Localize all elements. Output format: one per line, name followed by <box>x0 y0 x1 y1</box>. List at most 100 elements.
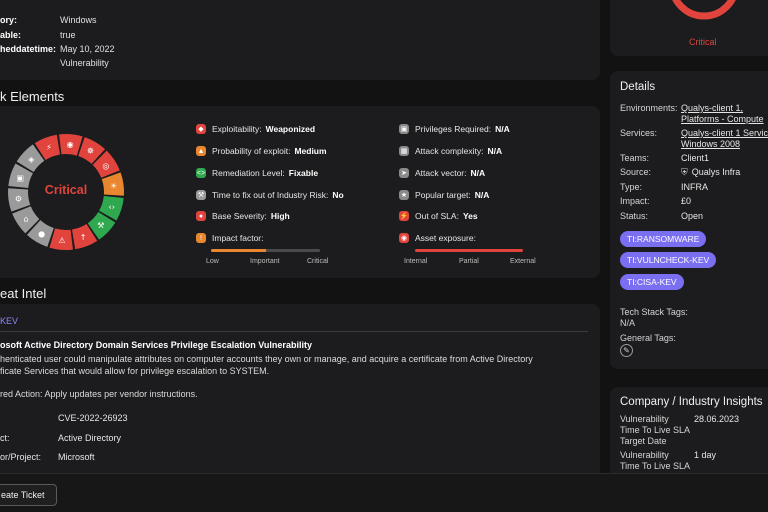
product-value: Active Directory <box>58 433 122 443</box>
type-label: Type: <box>620 182 643 192</box>
tab-divider <box>0 331 588 332</box>
top-info-panel <box>0 0 600 80</box>
teams-label: Teams: <box>620 153 650 163</box>
edit-tags-icon[interactable]: ✎ <box>620 344 633 357</box>
indicator-asset-exposure: ◉ Asset exposure: <box>399 233 476 243</box>
indicator-time-to-fix: ⚒ Time to fix out of Industry Risk: No <box>196 190 344 200</box>
environments-link-1[interactable]: Qualys-client 1, <box>681 103 743 113</box>
eye-icon: ◉ <box>399 233 409 243</box>
wrench-icon: ⚒ <box>196 190 206 200</box>
exposure-scale-high: External <box>510 258 536 265</box>
tag-vulncheck-kev[interactable]: TI:VULNCHECK-KEV <box>620 252 717 268</box>
donut-segment-icon: ☸ <box>87 147 94 156</box>
details-title: Details <box>620 81 656 93</box>
insights-title: Company / Industry Insights <box>620 396 763 408</box>
asset-exposure-bar <box>415 249 523 252</box>
indicator-out-of-sla: ⚡ Out of SLA: Yes <box>399 211 478 221</box>
donut-segment-icon: ◎ <box>102 161 109 170</box>
indicator-attack-vector: ➤ Attack vector: N/A <box>399 168 485 178</box>
impact-value: £0 <box>681 196 692 206</box>
indicator-impact-factor: ! Impact factor: <box>196 233 264 243</box>
puzzle-icon: ▦ <box>399 146 409 156</box>
exposure-scale-mid: Partial <box>459 258 479 265</box>
product-label: ct: <box>0 433 10 443</box>
insight-ttl-label-1: Time To Live SLA <box>620 425 691 435</box>
donut-segment-icon: ● <box>38 229 45 238</box>
source-value-wrap: ⛨ Qualys Infra <box>681 167 740 178</box>
arrow-icon: ➤ <box>399 168 409 178</box>
impact-label: Impact: <box>620 196 650 206</box>
teams-value: Client1 <box>681 153 710 163</box>
vulnerability-description-line1: henticated user could manipulate attribu… <box>0 354 533 364</box>
risk-elements-title: k Elements <box>0 89 65 104</box>
risk-gauge-label: Critical <box>689 37 717 47</box>
donut-segment-icon: ▣ <box>16 173 24 182</box>
donut-segment-icon: ↑ <box>80 233 87 242</box>
qualys-shield-icon: ⛨ <box>681 167 688 177</box>
risk-donut-label: Critical <box>44 183 88 197</box>
tab-kev[interactable]: KEV <box>0 316 18 326</box>
risk-gauge-panel <box>610 0 768 56</box>
asset-exposure-bar-fill <box>415 249 523 252</box>
finding-type-value: Vulnerability <box>60 58 109 68</box>
donut-segment-icon: ⌂ <box>24 215 29 224</box>
impact-scale-mid: Important <box>250 258 280 265</box>
donut-segment-icon: ◉ <box>67 140 74 149</box>
insight-target-date-label: Target Date <box>620 436 667 446</box>
tag-cisa-kev[interactable]: TI:CISA-KEV <box>620 274 684 290</box>
exposure-scale-low: Internal <box>404 258 428 265</box>
threat-intel-title: eat Intel <box>0 286 47 301</box>
donut-segment-icon: ◈ <box>28 155 35 164</box>
impact-scale-low: Low <box>206 258 219 265</box>
published-datetime-value: May 10, 2022 <box>60 44 115 54</box>
risk-gauge-ring <box>672 0 736 20</box>
threat-intel-panel <box>0 304 600 494</box>
category-label: ory: <box>0 15 18 25</box>
insight-vuln-label-2: Vulnerability <box>620 450 669 460</box>
code-icon: <> <box>196 168 206 178</box>
indicator-attack-complexity: ▦ Attack complexity: N/A <box>399 146 503 156</box>
vendor-project-label: or/Project: <box>0 452 42 462</box>
risk-donut: ◉ ☸ ◎ ☀ ‹› ⚒ ↑ ⚠ ● ⌂ ⚙ ▣ ◈ ⚡ Critical <box>4 122 144 262</box>
insight-ttl-label-2: Time To Live SLA <box>620 461 691 471</box>
bolt-icon: ⚡ <box>399 211 409 221</box>
footer-bar <box>0 473 768 512</box>
indicator-privileges: ▣ Privileges Required: N/A <box>399 124 510 134</box>
insight-vuln-duration: 1 day <box>694 450 717 460</box>
vulnerability-heading: osoft Active Directory Domain Services P… <box>0 340 312 350</box>
fixable-label: able: <box>0 30 22 40</box>
indicator-exploitability: ◆ Exploitability: Weaponized <box>196 124 315 134</box>
vendor-project-value: Microsoft <box>58 452 95 462</box>
cve-id-value: CVE-2022-26923 <box>58 413 128 423</box>
status-label: Status: <box>620 211 649 221</box>
donut-segment-icon: ⚠ <box>58 236 65 245</box>
indicator-remediation: <> Remediation Level: Fixable <box>196 168 319 178</box>
source-value: Qualys Infra <box>691 167 741 177</box>
impact-factor-bar <box>211 249 320 252</box>
flame-icon: ▲ <box>196 146 206 156</box>
environments-link-2[interactable]: Platforms - Compute <box>681 114 764 124</box>
target-icon: ● <box>196 211 206 221</box>
published-datetime-label: heddatetime: <box>0 44 57 54</box>
create-ticket-label: eate Ticket <box>1 490 45 500</box>
impact-scale-high: Critical <box>307 258 329 265</box>
required-action: red Action: Apply updates per vendor ins… <box>0 389 198 399</box>
insight-vuln-label-1: Vulnerability <box>620 414 669 424</box>
type-value: INFRA <box>681 182 708 192</box>
indicator-base-severity: ● Base Severity: High <box>196 211 290 221</box>
impact-factor-bar-fill <box>211 249 266 252</box>
general-tags-label: General Tags: <box>620 333 676 343</box>
indicator-popular-target: ★ Popular target: N/A <box>399 190 490 200</box>
services-link-2[interactable]: Windows 2008 <box>681 139 740 149</box>
create-ticket-button[interactable]: eate Ticket <box>0 484 57 506</box>
indicator-probability: ▲ Probability of exploit: Medium <box>196 146 327 156</box>
warning-icon: ! <box>196 233 206 243</box>
tag-ransomware[interactable]: TI:RANSOMWARE <box>620 231 707 247</box>
lock-icon: ▣ <box>399 124 409 134</box>
donut-segment-icon: ⚡ <box>46 143 52 152</box>
environments-label: Environments: <box>620 103 678 113</box>
services-link-1[interactable]: Qualys-client 1 Service <box>681 128 768 138</box>
tech-stack-label: Tech Stack Tags: <box>620 307 688 317</box>
vulnerability-description-line2: ficate Services that would allow for pri… <box>0 366 270 376</box>
tech-stack-value: N/A <box>620 318 636 328</box>
